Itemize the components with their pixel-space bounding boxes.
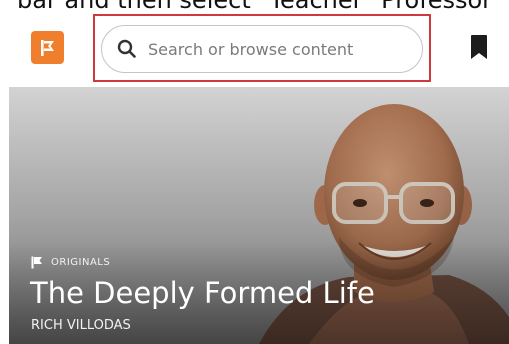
search-icon — [117, 39, 136, 58]
hero-author: RICH VILLODAS — [31, 318, 131, 333]
app-header — [0, 14, 509, 94]
originals-badge: ORIGINALS — [31, 256, 110, 269]
instruction-caption: bar and then select "Teacher" Professor — [16, 0, 493, 14]
app-logo[interactable] — [31, 31, 64, 64]
flag-logo-icon — [40, 39, 54, 56]
search-bar[interactable] — [101, 25, 423, 73]
hero-title[interactable]: The Deeply Formed Life — [30, 275, 375, 311]
badge-label: ORIGINALS — [51, 257, 111, 268]
flag-icon — [31, 256, 42, 269]
bookmark-icon[interactable] — [469, 34, 489, 60]
featured-hero-banner[interactable]: ORIGINALS The Deeply Formed Life RICH VI… — [9, 87, 509, 344]
search-input[interactable] — [148, 39, 398, 59]
